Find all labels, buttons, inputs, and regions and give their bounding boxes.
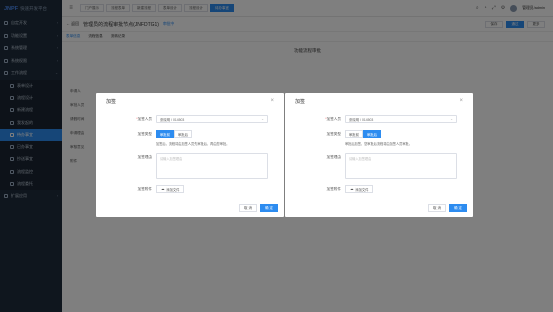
- type-radio-group: 审批前 审批后: [345, 130, 381, 138]
- confirm-button[interactable]: 确 定: [449, 204, 467, 212]
- add-signer-dialog-before: 加签 × *加签人员 张晓明 / 014503 ⌄ 加签类型 审批前 审批后 加签…: [96, 93, 284, 217]
- attach-row: 加签附件 ☁ 添加文件: [285, 185, 473, 193]
- upload-icon: ☁: [161, 187, 165, 191]
- signer-row: *加签人员 张晓明 / 014503 ⌄: [96, 115, 284, 123]
- add-signer-dialog-after: 加签 × *加签人员 张晓明 / 014503 ⌄ 加签类型 审批前 审批后 审批…: [285, 93, 473, 217]
- option-before[interactable]: 审批前: [156, 130, 174, 138]
- signer-select[interactable]: 张晓明 / 014503 ⌄: [345, 115, 457, 123]
- dialog-footer: 取 消 确 定: [239, 204, 278, 212]
- type-row: 加签类型 审批前 审批后: [285, 130, 473, 138]
- option-before[interactable]: 审批前: [345, 130, 363, 138]
- upload-icon: ☁: [350, 187, 354, 191]
- type-label: 加签类型: [137, 132, 152, 136]
- type-label: 加签类型: [326, 132, 341, 136]
- close-icon[interactable]: ×: [459, 98, 463, 104]
- attach-label: 加签附件: [326, 187, 341, 191]
- signer-label: *加签人员: [136, 117, 152, 121]
- reason-label: 加签理由: [326, 155, 341, 159]
- option-after[interactable]: 审批后: [363, 130, 381, 138]
- reason-row: 加签理由 请输入加签理由: [96, 153, 284, 179]
- dialog-title: 加签: [106, 98, 117, 105]
- attach-label: 加签附件: [137, 187, 152, 191]
- attach-row: 加签附件 ☁ 添加文件: [96, 185, 284, 193]
- upload-button[interactable]: ☁ 添加文件: [345, 185, 374, 193]
- type-hint: 审批后加签，您审批后流程将由加签人员审批。: [345, 142, 412, 146]
- chevron-down-icon: ⌄: [261, 117, 264, 121]
- dialog-header: 加签 ×: [96, 93, 284, 109]
- dialog-title: 加签: [295, 98, 306, 105]
- signer-label: *加签人员: [325, 117, 341, 121]
- signer-select[interactable]: 张晓明 / 014503 ⌄: [156, 115, 268, 123]
- hint-row: 加签后，流程将由加签人员先审批后，再由您审批。: [96, 141, 284, 146]
- upload-button[interactable]: ☁ 添加文件: [156, 185, 185, 193]
- cancel-button[interactable]: 取 消: [239, 204, 257, 212]
- type-hint: 加签后，流程将由加签人员先审批后，再由您审批。: [156, 142, 230, 146]
- reason-label: 加签理由: [137, 155, 152, 159]
- hint-row: 审批后加签，您审批后流程将由加签人员审批。: [285, 141, 473, 146]
- dialog-footer: 取 消 确 定: [428, 204, 467, 212]
- dialog-header: 加签 ×: [285, 93, 473, 109]
- reason-textarea[interactable]: 请输入加签理由: [345, 153, 457, 179]
- type-radio-group: 审批前 审批后: [156, 130, 192, 138]
- signer-row: *加签人员 张晓明 / 014503 ⌄: [285, 115, 473, 123]
- close-icon[interactable]: ×: [270, 98, 274, 104]
- reason-textarea[interactable]: 请输入加签理由: [156, 153, 268, 179]
- option-after[interactable]: 审批后: [174, 130, 192, 138]
- cancel-button[interactable]: 取 消: [428, 204, 446, 212]
- chevron-down-icon: ⌄: [450, 117, 453, 121]
- type-row: 加签类型 审批前 审批后: [96, 130, 284, 138]
- reason-row: 加签理由 请输入加签理由: [285, 153, 473, 179]
- confirm-button[interactable]: 确 定: [260, 204, 278, 212]
